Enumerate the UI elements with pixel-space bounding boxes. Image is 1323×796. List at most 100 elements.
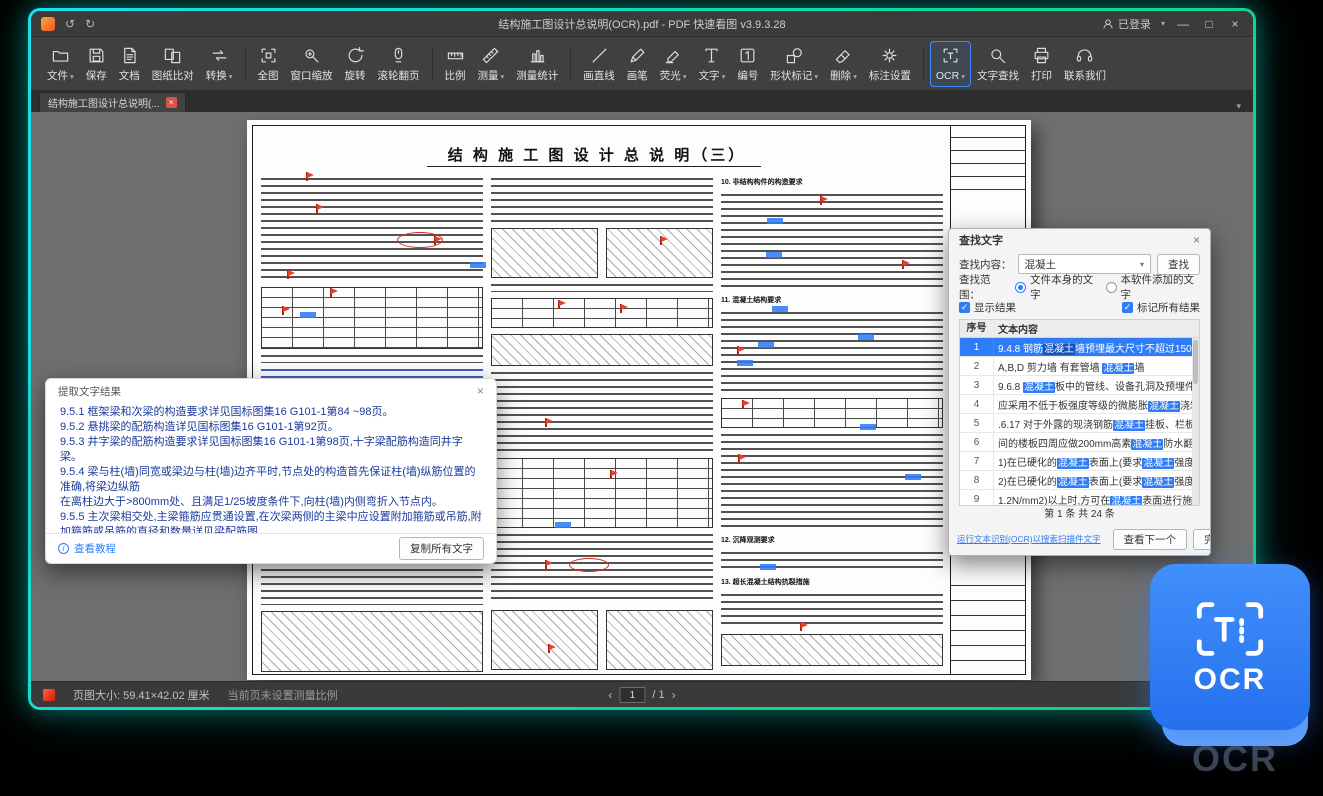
toolbar: 文件▾保存文档图纸比对转换▾ 全图窗口缩放旋转滚轮翻页比例测量▾测量统计画直线画笔… — [31, 37, 1253, 91]
toolbar-button-label: 旋转 — [345, 71, 366, 82]
run-ocr-link[interactable]: 运行文本识别(OCR)以搜索扫描件文字 — [957, 533, 1101, 545]
maximize-button[interactable]: □ — [1201, 17, 1217, 31]
toolbar-scroll-page-button[interactable]: 滚轮翻页 — [372, 41, 426, 87]
prev-page-icon[interactable]: ‹ — [608, 688, 612, 702]
toolbar-highlighter-button[interactable]: 荧光▾ — [654, 41, 693, 87]
simulated-table — [491, 298, 713, 328]
figure-row — [491, 610, 713, 670]
tab-close-icon[interactable]: × — [166, 97, 177, 108]
result-row[interactable]: 71)在已硬化的混凝土表面上(要求混凝土强度达到1.2N/mm2以 — [960, 452, 1199, 471]
show-results-checkbox[interactable]: 显示结果 — [959, 300, 1016, 315]
document-icon — [120, 46, 139, 68]
document-tab[interactable]: 结构施工图设计总说明(... × — [39, 92, 186, 112]
result-row[interactable]: 91.2N/mm2)以上时,方可在混凝土表面进行施工。 — [960, 490, 1199, 505]
simulated-figure — [491, 610, 598, 670]
search-term-highlight: 混凝土 — [1057, 458, 1089, 469]
title-bar-left: ↺ ↻ — [41, 17, 95, 31]
result-index: 6 — [960, 433, 994, 451]
extracted-text-line: 在离柱边大于>800mm处、且满足1/25坡度条件下,向柱(墙)内侧弯折入节点内… — [60, 495, 482, 510]
toolbar-window-zoom-button[interactable]: 窗口缩放 — [285, 41, 339, 87]
result-row[interactable]: 5.6.17 对于外露的现浇钢筋混凝土挂板、栏板、檐口、女儿墙等 — [960, 414, 1199, 433]
simulated-table — [261, 287, 483, 348]
col-text-header: 文本内容 — [994, 321, 1199, 336]
results-scrollbar[interactable] — [1192, 338, 1199, 505]
done-button[interactable]: 完成 — [1193, 529, 1211, 550]
extract-panel-title: 提取文字结果 — [58, 384, 121, 399]
annotation-flag-icon — [800, 622, 802, 631]
result-row[interactable]: 4应采用不低于板强度等级的微膨胀混凝土浇筑密实。 — [960, 395, 1199, 414]
toolbar-headset-button[interactable]: 联系我们 — [1058, 41, 1112, 87]
result-row[interactable]: 6间的楼板四周应做200mm高素混凝土防水翻边(门洞口除外)高 — [960, 433, 1199, 452]
toolbar-text-button[interactable]: 文字▾ — [693, 41, 732, 87]
toolbar-ocr-button[interactable]: OCR▾ — [930, 41, 971, 87]
redo-icon[interactable]: ↻ — [85, 17, 95, 31]
result-row[interactable]: 19.4.8 钢筋混凝土墙预埋最大尺寸不超过150mm的木砖或混凝土砌块 — [960, 338, 1199, 357]
result-index: 3 — [960, 376, 994, 394]
close-button[interactable]: × — [1227, 17, 1243, 31]
toolbar-save-button[interactable]: 保存 — [80, 41, 113, 87]
page-total-text: / 1 — [652, 689, 664, 701]
toolbar-line-button[interactable]: 画直线 — [577, 41, 621, 87]
tabbar-collapse-icon[interactable]: ▾ — [1232, 101, 1245, 112]
search-term-highlight: 混凝土 — [1057, 477, 1089, 488]
toolbar-shapes-button[interactable]: 形状标记▾ — [764, 41, 824, 87]
mark-all-checkbox[interactable]: 标记所有结果 — [1122, 300, 1200, 315]
rotate-icon — [346, 46, 365, 68]
find-close-icon[interactable]: × — [1193, 233, 1200, 247]
find-range-row: 查找范围： 文件本身的文字 本软件添加的文字 — [949, 277, 1210, 297]
toolbar-rotate-button[interactable]: 旋转 — [339, 41, 372, 87]
search-highlight-mark — [860, 424, 876, 430]
annotation-flag-icon — [558, 300, 560, 309]
result-row[interactable]: 39.6.8 混凝土板中的管线、设备孔洞及预埋件均需按设备图预留 — [960, 376, 1199, 395]
result-row[interactable]: 82)在已硬化的混凝土表面上(要求混凝土强度达到1.2N/mm2以 — [960, 471, 1199, 490]
section-heading: 13. 超长混凝土结构抗裂措施 — [721, 578, 943, 588]
minimize-button[interactable]: — — [1175, 17, 1191, 31]
col-index-header: 序号 — [960, 320, 994, 337]
toolbar-eraser-button[interactable]: 删除▾ — [824, 41, 863, 87]
result-row[interactable]: 2A,B,D 剪力墙 有套管墙 混凝土墙 — [960, 357, 1199, 376]
copy-all-text-button[interactable]: 复制所有文字 — [399, 537, 484, 560]
toolbar-scale-button[interactable]: 比例 — [439, 41, 472, 87]
toolbar-folder-button[interactable]: 文件▾ — [41, 41, 80, 87]
undo-icon[interactable]: ↺ — [65, 17, 75, 31]
extracted-text-line: 9.5.3 井字梁的配筋构造要求详见国标图集16 G101-1第98页,十字梁配… — [60, 435, 482, 465]
toolbar-settings-button[interactable]: 标注设置 — [863, 41, 917, 87]
toolbar-number-button[interactable]: 编号 — [731, 41, 764, 87]
toolbar-compare-button[interactable]: 图纸比对 — [146, 41, 200, 87]
text-icon — [702, 46, 721, 68]
find-query-combobox[interactable]: 混凝土 ▾ — [1018, 254, 1152, 274]
tutorial-link[interactable]: i 查看教程 — [58, 541, 116, 556]
extract-close-icon[interactable]: × — [477, 384, 484, 398]
result-text: 1.2N/mm2)以上时,方可在混凝土表面进行施工。 — [994, 492, 1199, 506]
status-bar: 页图大小: 59.41×42.02 厘米 当前页未设置测量比例 ‹ 1 / 1 … — [31, 681, 1253, 707]
view-next-button[interactable]: 查看下一个 — [1113, 529, 1188, 550]
result-text: .6.17 对于外露的现浇钢筋混凝土挂板、栏板、檐口、女儿墙等 — [994, 416, 1199, 431]
toolbar-measure-button[interactable]: 测量▾ — [472, 41, 511, 87]
ocr-scan-icon — [1194, 599, 1266, 659]
search-highlight-mark — [758, 342, 774, 348]
search-highlight-mark — [767, 218, 783, 224]
toolbar-document-button[interactable]: 文档 — [113, 41, 146, 87]
title-underline — [427, 166, 761, 167]
search-term-highlight: 混凝土 — [1148, 401, 1180, 412]
login-status[interactable]: 已登录 — [1102, 16, 1151, 32]
toolbar-button-label: 图纸比对 — [152, 71, 194, 82]
simulated-table — [491, 458, 713, 528]
chevron-down-icon: ▾ — [722, 72, 726, 81]
line-icon — [590, 46, 609, 68]
eraser-icon — [834, 46, 853, 68]
next-page-icon[interactable]: › — [672, 688, 676, 702]
toolbar-print-button[interactable]: 打印 — [1025, 41, 1058, 87]
toolbar-search-button[interactable]: 文字查找 — [971, 41, 1025, 87]
title-block-cells — [951, 585, 1026, 675]
toolbar-pen-button[interactable]: 画笔 — [621, 41, 654, 87]
toolbar-stats-button[interactable]: 测量统计 — [510, 41, 564, 87]
ocr-floating-badge[interactable]: OCR — [1150, 564, 1310, 730]
toolbar-fit-view-button[interactable]: 全图 — [252, 41, 285, 87]
user-menu-caret-icon[interactable]: ▾ — [1161, 19, 1165, 28]
extract-text-body[interactable]: 9.5.1 框架梁和次梁的构造要求详见国标图集16 G101-1第84 ~98页… — [46, 403, 496, 533]
current-page-input[interactable]: 1 — [619, 687, 645, 703]
toolbar-convert-button[interactable]: 转换▾ — [200, 41, 239, 87]
search-highlight-mark — [300, 312, 316, 318]
scale-hint-text: 当前页未设置测量比例 — [228, 687, 338, 703]
